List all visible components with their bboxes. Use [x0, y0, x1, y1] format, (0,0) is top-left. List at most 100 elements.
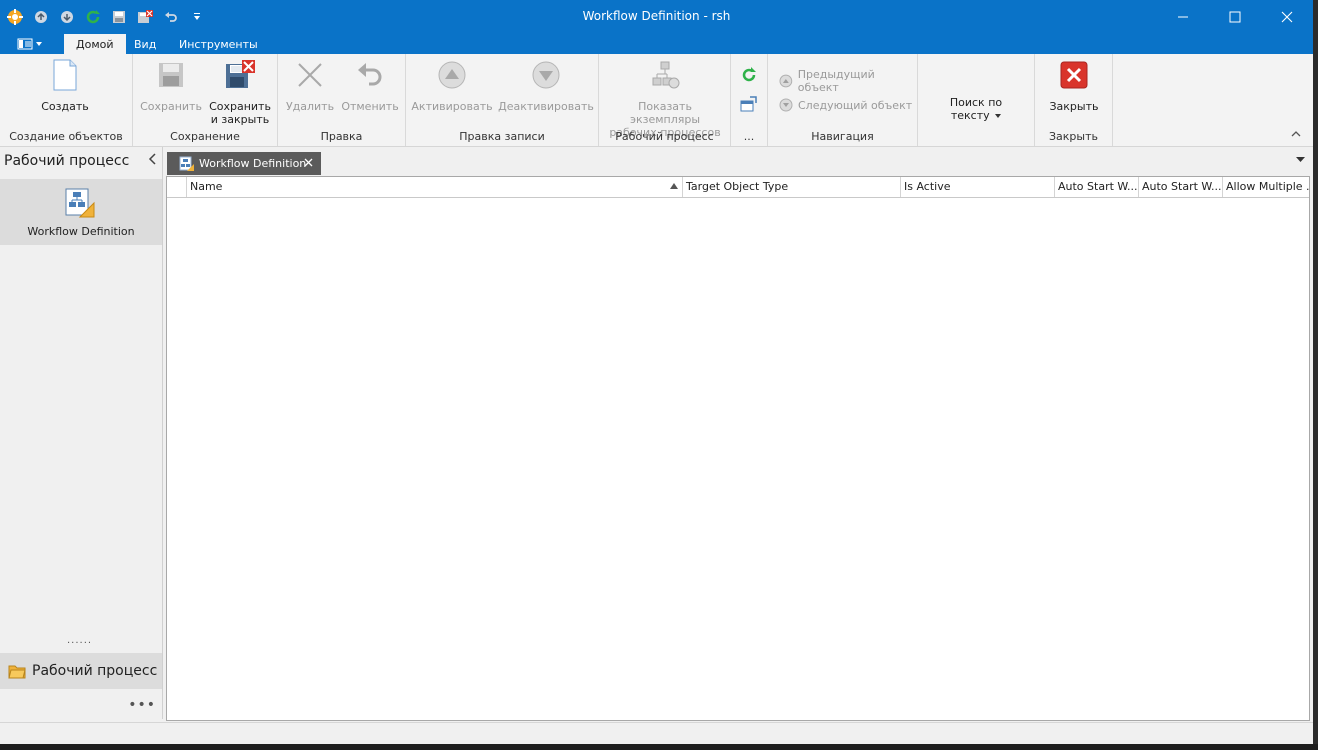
status-bar	[0, 722, 1313, 745]
new-window-button[interactable]	[740, 96, 758, 112]
taskbar-strip	[0, 744, 1318, 750]
close-red-icon	[1057, 58, 1091, 92]
group-navigation: Предыдущий объект Следующий объект Навиг…	[768, 54, 918, 146]
cancel-label: Отменить	[341, 100, 399, 113]
group-navigation-label: Навигация	[811, 130, 874, 143]
group-save-label: Сохранение	[170, 130, 240, 143]
down-circle-icon	[529, 58, 563, 92]
close-button[interactable]: Закрыть	[1044, 58, 1104, 113]
workflow-definition-icon	[64, 187, 96, 219]
save-close-disk-icon	[223, 58, 257, 92]
deactivate-label: Деактивировать	[498, 100, 594, 113]
chevron-down-icon	[995, 114, 1002, 118]
tab-home[interactable]: Домой	[64, 34, 126, 54]
ribbon-collapse-icon[interactable]	[1291, 129, 1301, 140]
delete-label: Удалить	[285, 100, 335, 113]
nav-more-button[interactable]: •••	[128, 697, 156, 713]
navigation-pane: Рабочий процесс Workflow Definition ....…	[0, 147, 163, 719]
save-label: Сохранить	[140, 100, 202, 113]
close-tab-icon[interactable]	[304, 156, 313, 170]
activate-label: Активировать	[411, 100, 493, 113]
new-window-icon	[740, 96, 757, 112]
close-label: Закрыть	[1049, 100, 1099, 113]
previous-object-button[interactable]: Предыдущий объект	[779, 68, 917, 94]
deactivate-button[interactable]: Деактивировать	[498, 58, 594, 113]
save-close-label: Сохранить и закрыть	[209, 100, 271, 126]
up-small-circle-icon	[779, 74, 793, 88]
ribbon-tabs-bar: Домой Вид Инструменты	[0, 34, 1313, 54]
cancel-button[interactable]: Отменить	[340, 58, 400, 113]
workflow-definition-small-icon	[179, 156, 194, 171]
up-circle-icon	[435, 58, 469, 92]
nav-splitter[interactable]: ......	[67, 635, 92, 646]
window-controls	[1157, 0, 1313, 34]
text-search-button[interactable]: Поиск по тексту	[938, 96, 1014, 122]
refresh-list-button[interactable]	[740, 66, 758, 84]
tab-workflow-definition[interactable]: Workflow Definition	[167, 152, 321, 175]
group-edit: Удалить Отменить Правка	[278, 54, 406, 146]
nav-item-label: Workflow Definition	[27, 225, 135, 238]
column-header[interactable]: Auto Start W...	[1055, 177, 1139, 197]
column-header-label: Allow Multiple ...	[1226, 180, 1309, 193]
column-header-label: Name	[190, 180, 223, 193]
show-workflow-instances-button[interactable]: Показать экземпляры рабочих процессов	[603, 58, 727, 139]
folder-icon	[8, 665, 26, 679]
nav-item-workflow-definition[interactable]: Workflow Definition	[0, 179, 162, 245]
group-workflow: Показать экземпляры рабочих процессов Ра…	[599, 54, 731, 146]
column-header[interactable]: Allow Multiple ...	[1223, 177, 1309, 197]
group-create: Создать Создание объектов	[0, 54, 133, 146]
group-edit-label: Правка	[320, 130, 363, 143]
sort-ascending-icon	[670, 177, 678, 197]
next-object-button[interactable]: Следующий объект	[779, 98, 912, 112]
ribbon: Создать Создание объектов Сохранить Сохр…	[0, 54, 1313, 147]
nav-header: Рабочий процесс	[4, 153, 130, 169]
group-record-label: Правка записи	[459, 130, 545, 143]
column-header[interactable]: Name	[187, 177, 683, 197]
data-grid[interactable]: Name Target Object Type Is Active Auto S…	[166, 176, 1310, 721]
column-header-label: Auto Start W...	[1058, 180, 1138, 193]
grid-header: Name Target Object Type Is Active Auto S…	[167, 177, 1309, 198]
nav-collapse-icon[interactable]	[148, 153, 156, 169]
group-close: Закрыть Закрыть	[1035, 54, 1113, 146]
column-header[interactable]: Auto Start W...	[1139, 177, 1223, 197]
window-title: Workflow Definition - rsh	[582, 9, 731, 23]
group-create-label: Создание объектов	[9, 130, 123, 143]
tab-tools[interactable]: Инструменты	[167, 34, 270, 54]
column-header-label: Auto Start W...	[1142, 180, 1222, 193]
row-selector-header[interactable]	[167, 177, 187, 197]
save-and-close-button[interactable]: Сохранить и закрыть	[207, 58, 273, 126]
column-header[interactable]: Is Active	[901, 177, 1055, 197]
file-menu-button[interactable]	[8, 34, 50, 54]
title-bar: Workflow Definition - rsh	[0, 0, 1313, 34]
group-save: Сохранить Сохранить и закрыть Сохранение	[133, 54, 278, 146]
create-button[interactable]: Создать	[32, 58, 98, 113]
background-desktop-strip	[1313, 0, 1318, 750]
create-label: Создать	[41, 100, 89, 113]
maximize-button[interactable]	[1209, 0, 1261, 34]
group-more-label[interactable]: ...	[731, 130, 767, 143]
column-header[interactable]: Target Object Type	[683, 177, 901, 197]
tab-view[interactable]: Вид	[122, 34, 168, 54]
previous-object-label: Предыдущий объект	[797, 68, 875, 94]
column-header-label: Is Active	[904, 180, 951, 193]
save-button[interactable]: Сохранить	[140, 58, 202, 113]
workflow-instances-icon	[648, 58, 682, 92]
minimize-button[interactable]	[1157, 0, 1209, 34]
nav-group-workflow[interactable]: Рабочий процесс	[0, 653, 162, 689]
group-close-label: Закрыть	[1049, 130, 1098, 143]
delete-x-icon	[293, 58, 327, 92]
tabs-dropdown-icon[interactable]	[1296, 156, 1305, 166]
delete-button[interactable]: Удалить	[284, 58, 336, 113]
close-window-button[interactable]	[1261, 0, 1313, 34]
group-search: Поиск по тексту	[918, 54, 1035, 146]
group-workflow-label: Рабочий процесс	[615, 130, 714, 143]
group-record: Активировать Деактивировать Правка запис…	[406, 54, 599, 146]
activate-button[interactable]: Активировать	[411, 58, 493, 113]
column-header-label: Target Object Type	[686, 180, 789, 193]
new-document-icon	[48, 58, 82, 92]
file-menu-icon	[17, 38, 32, 50]
document-tabs: Workflow Definition	[165, 150, 1313, 175]
next-object-label: Следующий объект	[798, 98, 913, 112]
save-disk-icon	[154, 58, 188, 92]
chevron-down-icon	[35, 42, 42, 46]
